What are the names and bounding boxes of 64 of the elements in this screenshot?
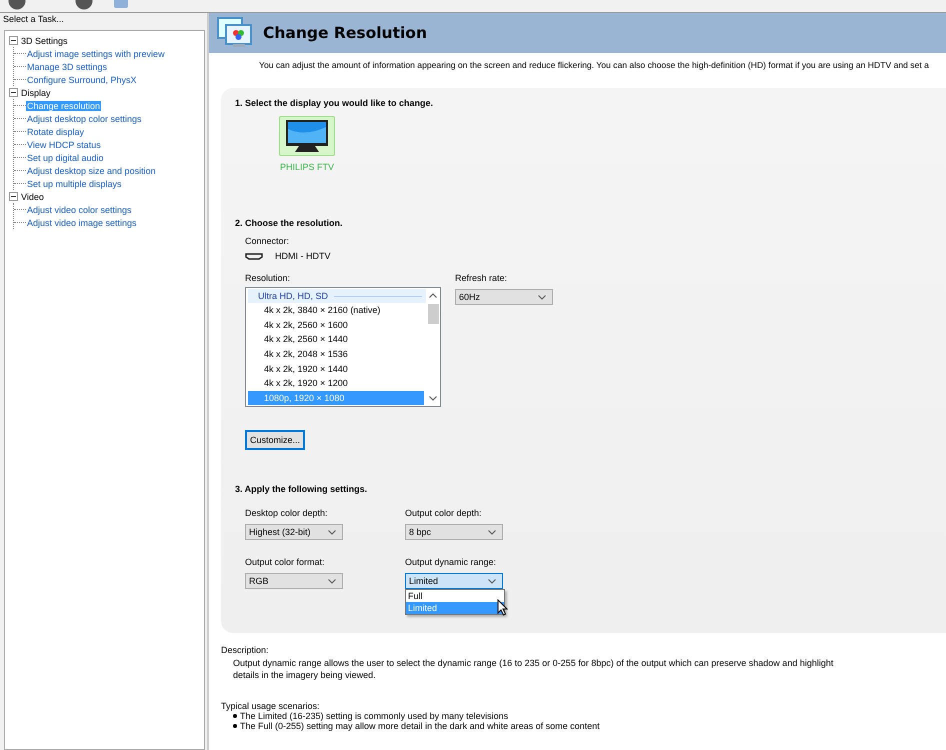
resolution-item[interactable]: 4k x 2k, 3840 × 2160 (native): [248, 303, 424, 318]
resolution-list[interactable]: Ultra HD, HD, SD 4k x 2k, 3840 × 2160 (native) 4k x 2k, 2560 × 1600 4k x 2k, 2560 × 1440 4k x 2k, 2048 × 1536 4k x 2k, 1920 × 1440 4k x 2k, 1920 × 1200 1080p, 1920 × 1080: [245, 287, 441, 407]
tree-item[interactable]: Video: [20, 192, 45, 202]
tree-item[interactable]: Adjust desktop size and position: [26, 166, 157, 176]
section-heading: 2. Choose the resolution.: [235, 218, 344, 228]
collapse-icon[interactable]: [9, 88, 18, 97]
scenario-text: The Limited (16-235) setting is commonly used by many televisions: [240, 711, 508, 721]
tree-item[interactable]: View HDCP status: [26, 140, 102, 150]
resolution-item[interactable]: 4k x 2k, 2560 × 1600: [248, 318, 424, 332]
display-label: PHILIPS FTV: [280, 162, 334, 172]
setting-label: Desktop color depth:: [245, 508, 329, 518]
tree-item[interactable]: Display: [20, 88, 52, 98]
resolution-item[interactable]: 4k x 2k, 2560 × 1440: [248, 332, 424, 347]
page-title: Change Resolution: [263, 24, 427, 42]
collapse-icon[interactable]: [9, 192, 18, 201]
section-heading: 3. Apply the following settings.: [235, 484, 368, 494]
tree-item[interactable]: Adjust video color settings: [26, 204, 133, 214]
setting-dropdown[interactable]: RGB: [245, 573, 343, 589]
scroll-thumb[interactable]: [428, 304, 438, 324]
tree-item[interactable]: Rotate display: [26, 126, 86, 136]
hdmi-port-icon: [245, 252, 263, 260]
description-label: Description:: [221, 645, 270, 655]
tree-item[interactable]: Set up digital audio: [26, 152, 105, 162]
tree-item[interactable]: Manage 3D settings: [26, 62, 108, 72]
description-text: Output dynamic range allows the user to select the dynamic range (16 to 235 or 0-255 for 8bpc) of the output which can preserve shadow and highlight details in the imagery being viewed.: [233, 657, 834, 681]
scenarios-label: Typical usage scenarios:: [221, 701, 321, 711]
collapse-icon[interactable]: [9, 36, 18, 45]
setting-label: Output dynamic range:: [405, 557, 498, 567]
tree-item[interactable]: Adjust image settings with preview: [26, 48, 166, 58]
tree-item[interactable]: 3D Settings: [20, 36, 69, 46]
intro-text: You can adjust the amount of information appearing on the screen and reduce flickering. You can also choose the high-definition (HD) format if you are using an HDTV and set a: [258, 59, 930, 72]
tree-item[interactable]: Set up multiple displays: [26, 178, 123, 188]
connector-label: Connector:: [245, 236, 290, 246]
tree-item[interactable]: Adjust desktop color settings: [26, 114, 143, 124]
display-tile[interactable]: [279, 116, 335, 156]
refresh-rate-label: Refresh rate:: [455, 273, 508, 283]
bullet-icon: [233, 724, 237, 728]
section-heading: 1. Select the display you would like to change.: [235, 98, 434, 108]
resolution-label: Resolution:: [245, 273, 292, 283]
setting-label: Output color format:: [245, 557, 326, 567]
resolution-item[interactable]: 4k x 2k, 1920 × 1440: [248, 361, 424, 376]
dropdown-option[interactable]: Full: [406, 590, 504, 602]
monitors-icon: [217, 17, 253, 49]
scenario-text: The Full (0-255) setting may allow more detail in the dark and white areas of some content: [240, 721, 600, 731]
resolution-item[interactable]: 4k x 2k, 2048 × 1536: [248, 346, 424, 362]
monitor-icon: [285, 119, 329, 153]
setting-dropdown[interactable]: Highest (32-bit): [245, 524, 343, 540]
customize-button[interactable]: Customize...: [245, 430, 306, 450]
chevron-icon: [328, 578, 336, 584]
setting-dropdown[interactable]: 8 bpc: [405, 524, 503, 540]
tree-item[interactable]: Adjust video image settings: [26, 218, 138, 228]
chevron-icon: [488, 530, 496, 534]
setting-dropdown[interactable]: Limited: [405, 573, 503, 589]
setting-label: Output color depth:: [405, 508, 483, 518]
chevron-icon: [538, 294, 546, 300]
chevron-icon: [328, 530, 336, 534]
resolution-item[interactable]: 4k x 2k, 1920 × 1200: [248, 376, 424, 391]
chevron-icon: [488, 578, 496, 584]
pane-title: Select a Task...: [2, 13, 65, 26]
tree-item[interactable]: Configure Surround, PhysX: [26, 74, 138, 84]
group-header: Ultra HD, HD, SD: [258, 291, 328, 301]
refresh-rate-dropdown[interactable]: 60Hz: [455, 289, 553, 305]
bullet-icon: [233, 714, 237, 718]
connector-value: HDMI - HDTV: [275, 251, 330, 261]
